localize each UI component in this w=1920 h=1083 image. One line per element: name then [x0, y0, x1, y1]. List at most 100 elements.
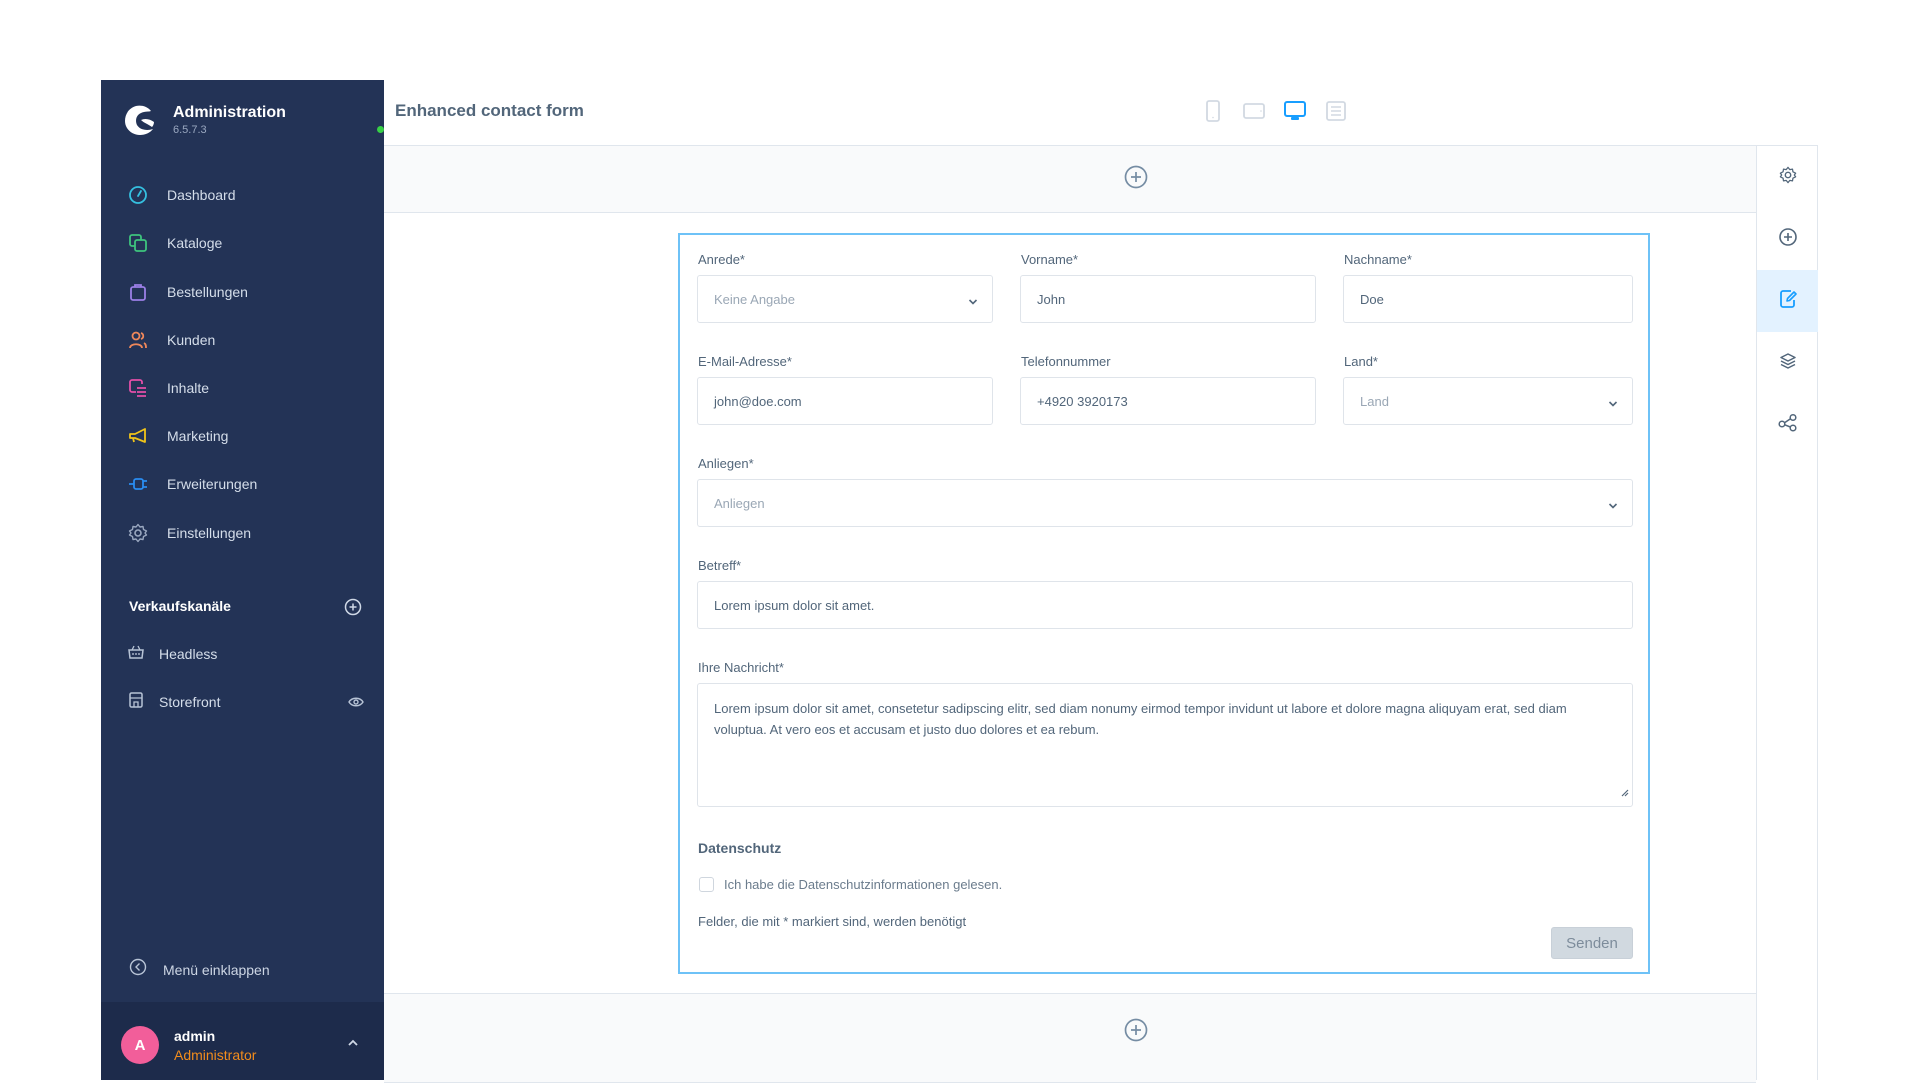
- resize-handle-icon[interactable]: [1619, 782, 1629, 803]
- content-icon: [127, 377, 149, 399]
- submit-button[interactable]: Senden: [1551, 927, 1633, 959]
- copy-icon: [127, 232, 149, 254]
- chevron-up-icon[interactable]: [347, 1034, 359, 1052]
- sales-channel-headless[interactable]: Headless: [127, 641, 372, 667]
- sidebar: Administration 6.5.7.3 Dashboard Katalog…: [101, 80, 384, 1080]
- sidebar-right-panel: [1756, 145, 1818, 1080]
- salutation-select[interactable]: Keine Angabe: [697, 275, 993, 323]
- sidebar-item-label: Einstellungen: [167, 525, 252, 541]
- first-name-value: John: [1037, 291, 1066, 307]
- device-tablet-button[interactable]: [1239, 98, 1269, 128]
- section-bottom-add-zone: [384, 993, 1756, 1083]
- panel-edit-content-button[interactable]: [1757, 270, 1818, 332]
- brand: Administration 6.5.7.3: [121, 98, 384, 148]
- sidebar-item-bestellungen[interactable]: Bestellungen: [127, 278, 367, 306]
- collapse-menu-button[interactable]: Menü einklappen: [129, 958, 270, 981]
- phone-label: Telefonnummer: [1021, 354, 1111, 369]
- user-menu[interactable]: A admin Administrator: [101, 1002, 384, 1080]
- tablet-icon: [1242, 102, 1266, 125]
- country-placeholder: Land: [1360, 393, 1389, 409]
- panel-layers-button[interactable]: [1757, 332, 1818, 394]
- email-label: E-Mail-Adresse*: [698, 354, 792, 369]
- message-textarea[interactable]: Lorem ipsum dolor sit amet, consetetur s…: [697, 683, 1633, 807]
- sidebar-item-label: Kataloge: [167, 235, 223, 251]
- subject-label: Betreff*: [698, 558, 742, 573]
- device-list-button[interactable]: [1321, 98, 1351, 128]
- sales-channel-label: Headless: [159, 646, 218, 662]
- panel-settings-button[interactable]: [1757, 146, 1818, 208]
- sidebar-item-inhalte[interactable]: Inhalte: [127, 374, 367, 402]
- privacy-heading: Datenschutz: [698, 840, 782, 856]
- salutation-value: Keine Angabe: [714, 291, 795, 307]
- sales-channel-label: Storefront: [159, 694, 221, 710]
- chevron-down-icon: [1608, 498, 1618, 513]
- subject-input[interactable]: Lorem ipsum dolor sit amet.: [697, 581, 1633, 629]
- email-input[interactable]: john@doe.com: [697, 377, 993, 425]
- chevron-down-icon: [968, 294, 978, 309]
- shopping-bag-icon: [127, 281, 149, 303]
- sidebar-item-label: Kunden: [167, 332, 216, 348]
- basket-icon: [127, 643, 145, 666]
- country-label: Land*: [1344, 354, 1378, 369]
- email-value: john@doe.com: [714, 393, 802, 409]
- subject-value: Lorem ipsum dolor sit amet.: [714, 597, 875, 613]
- edit-document-icon: [1779, 289, 1797, 314]
- plus-circle-icon: [1778, 227, 1798, 252]
- layers-icon: [1779, 352, 1797, 375]
- sidebar-item-label: Dashboard: [167, 187, 236, 203]
- subject-type-select[interactable]: Anliegen: [697, 479, 1633, 527]
- panel-share-button[interactable]: [1757, 394, 1818, 456]
- phone-input[interactable]: +4920 3920173: [1020, 377, 1316, 425]
- mobile-icon: [1205, 99, 1221, 128]
- first-name-input[interactable]: John: [1020, 275, 1316, 323]
- device-desktop-button[interactable]: [1280, 98, 1310, 128]
- plug-icon: [127, 473, 149, 495]
- sidebar-item-marketing[interactable]: Marketing: [127, 422, 367, 450]
- gauge-icon: [127, 184, 149, 206]
- add-section-bottom-icon[interactable]: [1123, 1017, 1149, 1043]
- salutation-label: Anrede*: [698, 252, 745, 267]
- chevron-left-circle-icon: [129, 958, 147, 981]
- last-name-input[interactable]: Doe: [1343, 275, 1633, 323]
- brand-version: 6.5.7.3: [173, 124, 207, 136]
- desktop-icon: [1283, 100, 1307, 127]
- brand-title: Administration: [173, 104, 286, 121]
- last-name-value: Doe: [1360, 291, 1384, 307]
- privacy-checkbox[interactable]: [699, 877, 714, 892]
- required-fields-note: Felder, die mit * markiert sind, werden …: [698, 914, 967, 929]
- user-name: admin: [174, 1028, 216, 1044]
- sidebar-item-label: Inhalte: [167, 380, 210, 396]
- message-label: Ihre Nachricht*: [698, 660, 784, 675]
- phone-value: +4920 3920173: [1037, 393, 1128, 409]
- subject-type-label: Anliegen*: [698, 456, 754, 471]
- section-top-add-zone: [384, 145, 1756, 213]
- user-role: Administrator: [174, 1047, 257, 1063]
- privacy-checkbox-label[interactable]: Ich habe die Datenschutzinformationen ge…: [724, 877, 1002, 892]
- country-select[interactable]: Land: [1343, 377, 1633, 425]
- sidebar-item-kunden[interactable]: Kunden: [127, 326, 367, 354]
- last-name-label: Nachname*: [1344, 252, 1412, 267]
- panel-add-block-button[interactable]: [1757, 208, 1818, 270]
- share-nodes-icon: [1777, 413, 1798, 438]
- chevron-down-icon: [1608, 396, 1618, 411]
- first-name-label: Vorname*: [1021, 252, 1079, 267]
- shopware-logo-icon: [125, 105, 154, 135]
- gear-icon: [1779, 166, 1797, 189]
- add-section-top-icon[interactable]: [1123, 164, 1149, 190]
- page-title: Enhanced contact form: [395, 101, 584, 120]
- storefront-icon: [127, 691, 145, 714]
- sidebar-item-label: Marketing: [167, 428, 229, 444]
- device-mobile-button[interactable]: [1198, 98, 1228, 128]
- sidebar-item-label: Erweiterungen: [167, 476, 258, 492]
- eye-icon[interactable]: [348, 695, 364, 713]
- sales-channel-storefront[interactable]: Storefront: [127, 689, 372, 715]
- megaphone-icon: [127, 425, 149, 447]
- sidebar-item-erweiterungen[interactable]: Erweiterungen: [127, 470, 367, 498]
- sidebar-item-kataloge[interactable]: Kataloge: [127, 229, 367, 257]
- status-indicator: [377, 126, 384, 133]
- sidebar-item-label: Bestellungen: [167, 284, 248, 300]
- gear-icon: [127, 522, 149, 544]
- sidebar-item-dashboard[interactable]: Dashboard: [127, 181, 367, 209]
- add-sales-channel-icon[interactable]: [344, 598, 362, 616]
- sidebar-item-einstellungen[interactable]: Einstellungen: [127, 519, 367, 547]
